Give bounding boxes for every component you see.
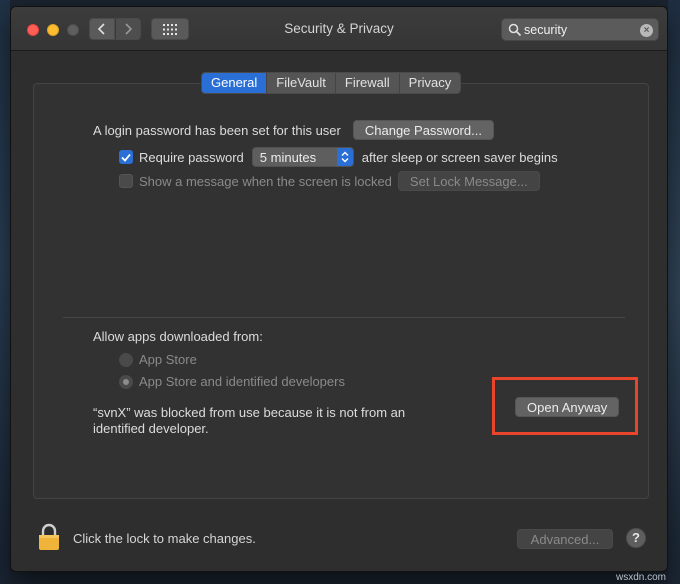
- radio-app-store-button[interactable]: [119, 352, 133, 367]
- tab-filevault[interactable]: FileVault: [266, 73, 335, 93]
- watermark: wsxdn.com: [615, 572, 666, 583]
- desktop-background-left: [0, 0, 10, 584]
- require-password-row: Require password 5 minutes after sleep o…: [119, 147, 558, 167]
- radio-app-store-label: App Store: [139, 352, 197, 367]
- advanced-button[interactable]: Advanced...: [517, 529, 613, 549]
- show-message-label: Show a message when the screen is locked: [139, 173, 392, 189]
- tab-general[interactable]: General: [202, 73, 267, 93]
- tab-bar: General FileVault Firewall Privacy: [201, 72, 462, 94]
- login-password-row: A login password has been set for this u…: [93, 120, 494, 140]
- allow-apps-heading-row: Allow apps downloaded from:: [93, 329, 263, 344]
- lock-icon[interactable]: [37, 523, 61, 551]
- search-icon: [508, 23, 522, 37]
- section-divider: [63, 317, 625, 318]
- password-delay-value: 5 minutes: [259, 150, 317, 165]
- radio-identified-developers[interactable]: App Store and identified developers: [119, 374, 345, 389]
- search-field[interactable]: ×: [501, 18, 659, 41]
- lock-text: Click the lock to make changes.: [73, 531, 256, 546]
- login-password-text: A login password has been set for this u…: [93, 122, 341, 138]
- allow-apps-heading: Allow apps downloaded from:: [93, 329, 263, 344]
- set-lock-message-button[interactable]: Set Lock Message...: [397, 171, 540, 191]
- clear-search-icon[interactable]: ×: [640, 24, 653, 37]
- show-message-row: Show a message when the screen is locked…: [119, 171, 540, 191]
- help-button[interactable]: ?: [626, 528, 646, 548]
- require-password-checkbox[interactable]: [119, 150, 133, 164]
- search-input[interactable]: [524, 21, 634, 39]
- checkmark-icon: [121, 153, 131, 162]
- radio-identified-developers-button[interactable]: [119, 374, 133, 389]
- radio-app-store[interactable]: App Store: [119, 352, 197, 367]
- tab-privacy[interactable]: Privacy: [398, 73, 461, 93]
- desktop-background-right: [668, 0, 680, 584]
- after-sleep-text: after sleep or screen saver begins: [361, 149, 558, 165]
- blocked-app-message: “svnX” was blocked from use because it i…: [93, 405, 406, 436]
- open-anyway-button[interactable]: Open Anyway: [515, 397, 620, 417]
- title-bar: Security & Privacy ×: [11, 7, 667, 51]
- updown-arrows-icon: [336, 148, 353, 166]
- tab-firewall[interactable]: Firewall: [334, 73, 399, 93]
- require-password-label: Require password: [139, 149, 244, 165]
- change-password-button[interactable]: Change Password...: [352, 120, 494, 140]
- preferences-window: Security & Privacy × General FileVault F…: [10, 6, 668, 572]
- password-delay-select[interactable]: 5 minutes: [251, 147, 354, 167]
- radio-identified-developers-label: App Store and identified developers: [139, 374, 345, 389]
- show-message-checkbox[interactable]: [119, 174, 133, 188]
